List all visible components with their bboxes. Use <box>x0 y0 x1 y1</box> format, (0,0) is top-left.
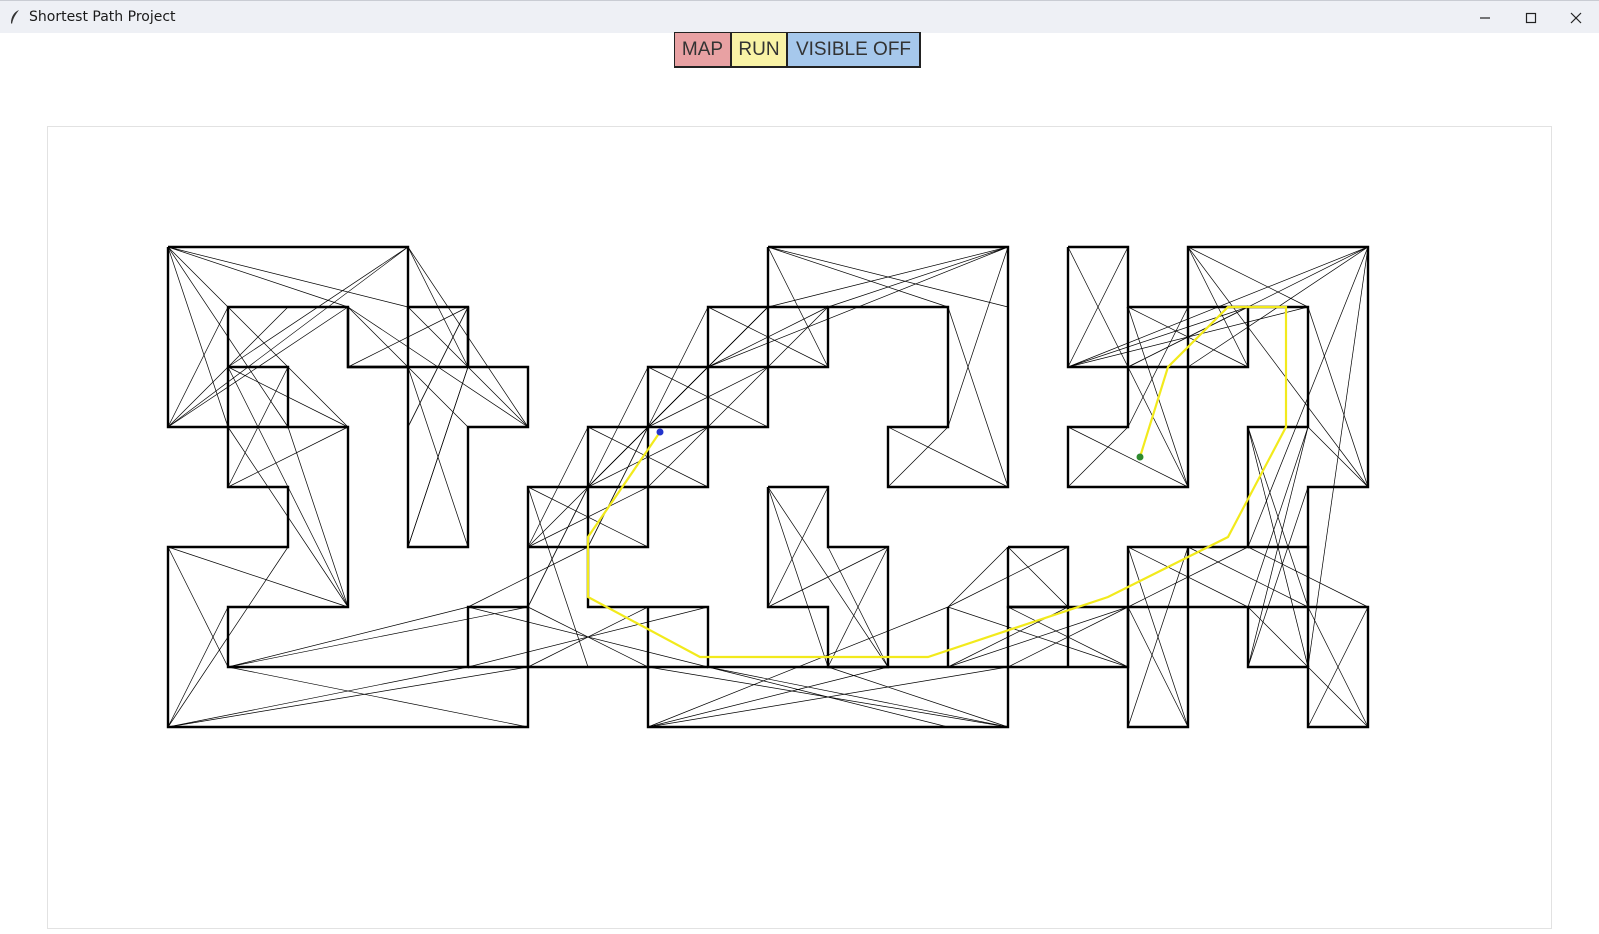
visible-toggle-button[interactable]: VISIBLE OFF <box>787 32 921 68</box>
maximize-icon <box>1525 12 1537 23</box>
minimize-button[interactable] <box>1462 1 1508 34</box>
run-button[interactable]: RUN <box>731 32 788 68</box>
title-bar: Shortest Path Project <box>0 0 1599 33</box>
map-button[interactable]: MAP <box>674 32 732 68</box>
start-point <box>1136 453 1144 461</box>
shortest-path <box>586 305 1288 659</box>
map-canvas[interactable] <box>48 127 1553 930</box>
close-icon <box>1570 12 1582 23</box>
goal-point <box>656 428 664 436</box>
toolbar: MAP RUN VISIBLE OFF <box>674 32 921 68</box>
window-title: Shortest Path Project <box>29 9 176 25</box>
map-canvas-frame[interactable] <box>47 126 1552 929</box>
obstacles <box>166 245 1370 729</box>
maximize-button[interactable] <box>1508 1 1554 34</box>
close-button[interactable] <box>1553 1 1599 34</box>
obstacle-outline <box>1066 245 1370 729</box>
feather-icon <box>11 10 19 24</box>
minimize-icon <box>1480 16 1490 19</box>
